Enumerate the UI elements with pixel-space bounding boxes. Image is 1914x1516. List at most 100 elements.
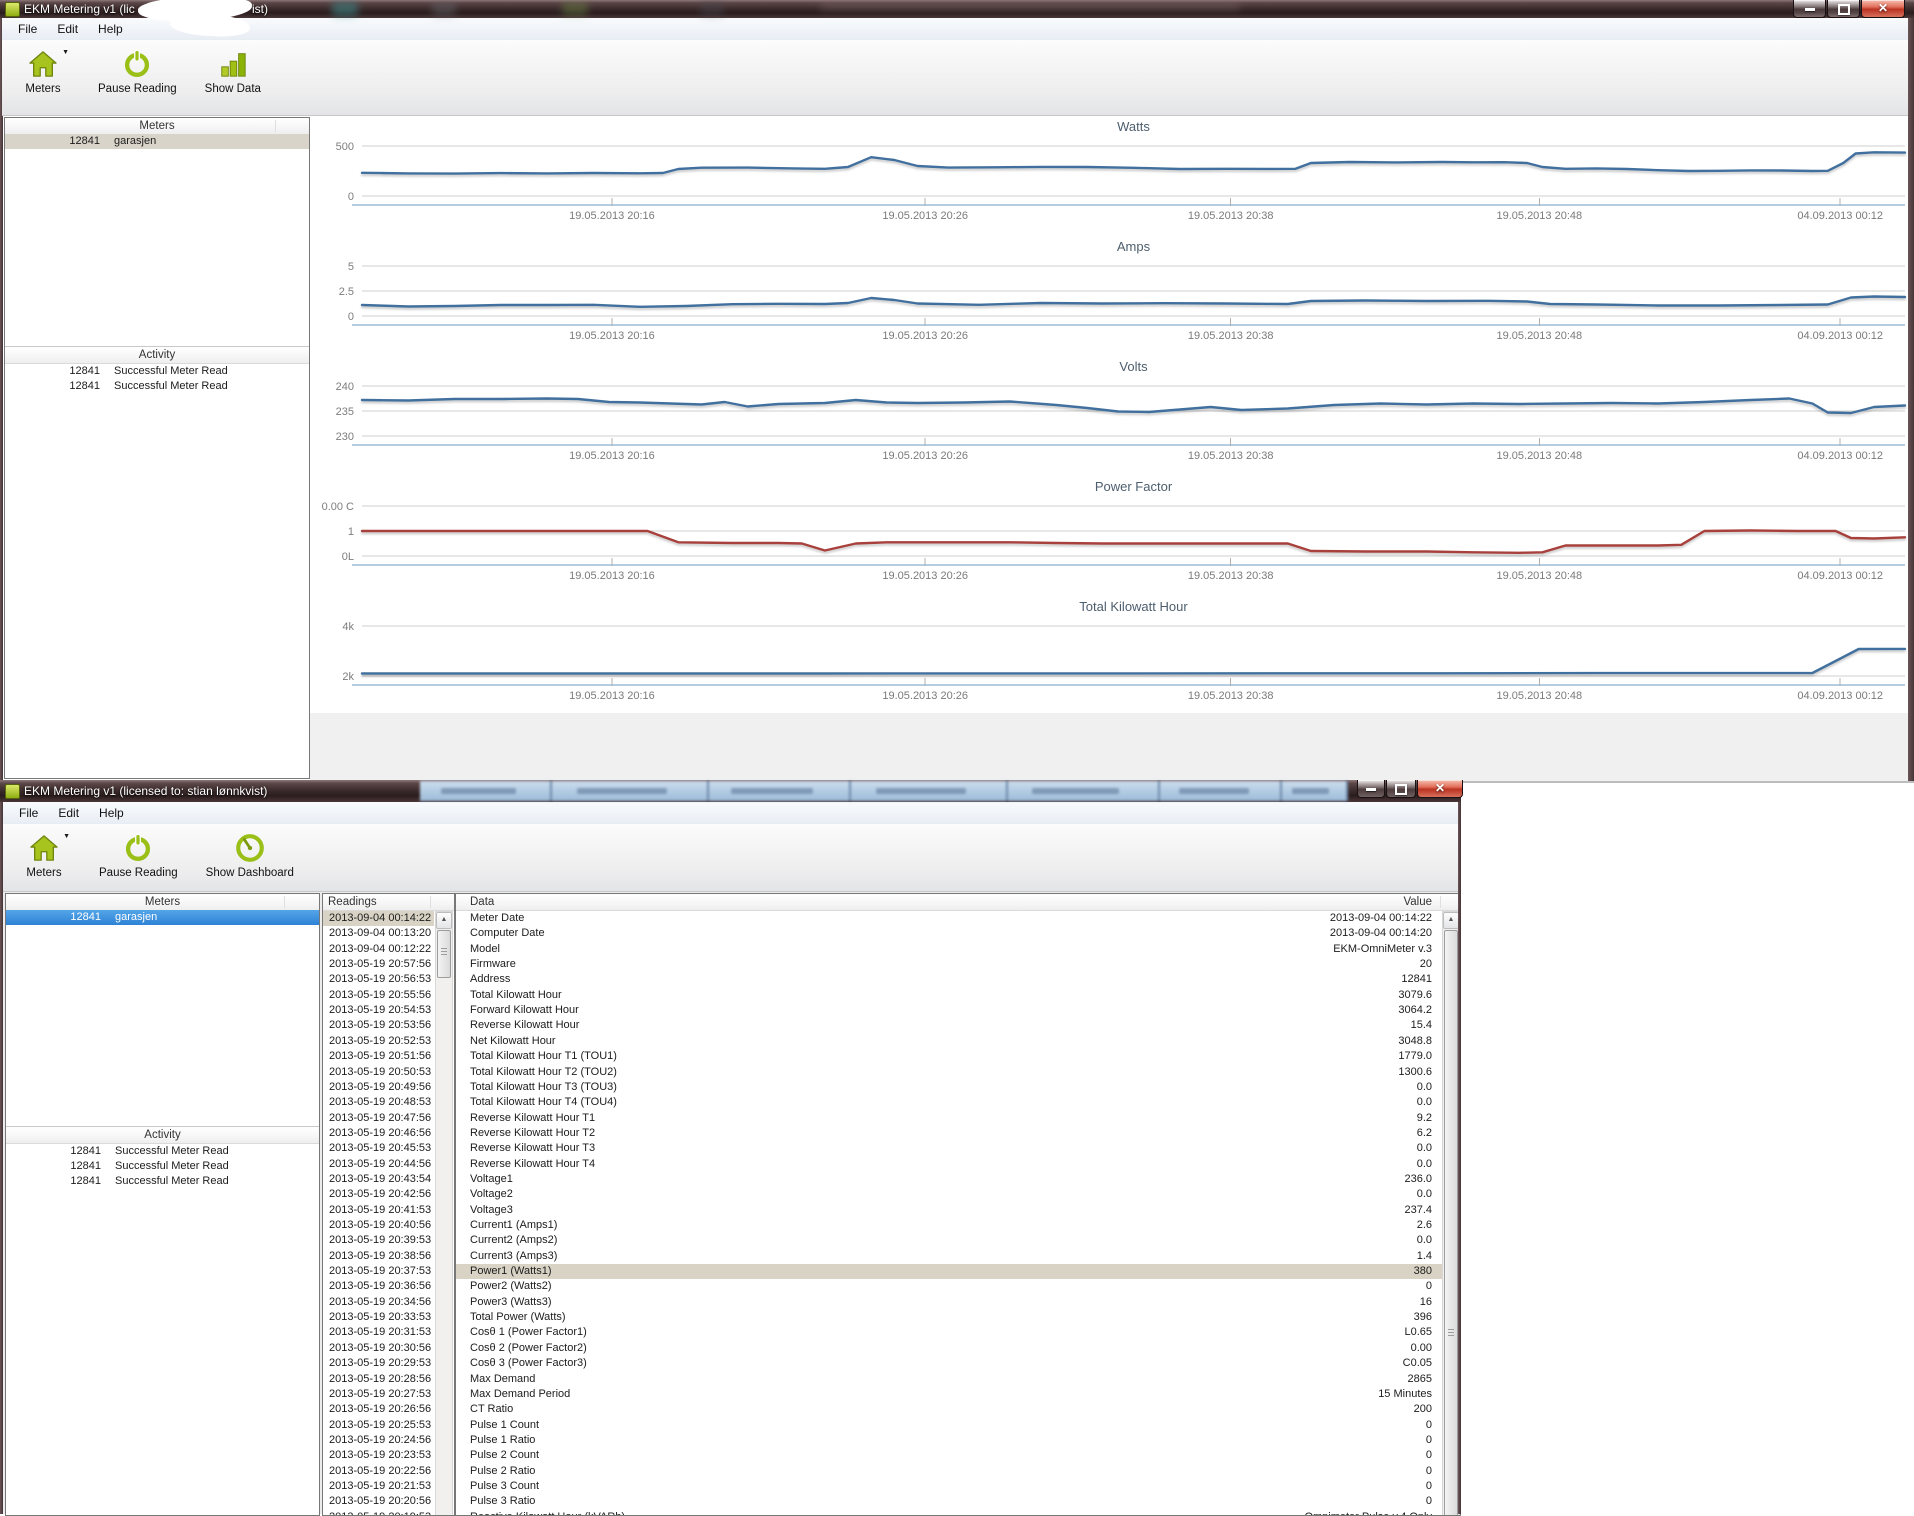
title-bar[interactable]: EKM Metering v1 (licensed to: stian lønn…: [0, 780, 1461, 802]
data-row[interactable]: Address12841: [456, 972, 1442, 987]
data-row[interactable]: Current2 (Amps2)0.0: [456, 1233, 1442, 1248]
reading-row[interactable]: 2013-05-19 20:53:56: [323, 1018, 434, 1033]
data-row[interactable]: Total Kilowatt Hour T2 (TOU2)1300.6: [456, 1065, 1442, 1080]
chevron-down-icon[interactable]: ▼: [62, 49, 69, 56]
data-row[interactable]: Voltage3237.4: [456, 1203, 1442, 1218]
data-row[interactable]: Firmware20: [456, 957, 1442, 972]
data-row[interactable]: Pulse 1 Ratio0: [456, 1433, 1442, 1448]
readings-scrollbar[interactable]: ▲: [435, 911, 453, 1516]
data-row[interactable]: Pulse 3 Ratio0: [456, 1494, 1442, 1509]
data-row[interactable]: Total Kilowatt Hour3079.6: [456, 988, 1442, 1003]
reading-row[interactable]: 2013-05-19 20:46:56: [323, 1126, 434, 1141]
reading-row[interactable]: 2013-05-19 20:56:53: [323, 972, 434, 987]
data-row[interactable]: Current3 (Amps3)1.4: [456, 1249, 1442, 1264]
data-row[interactable]: Current1 (Amps1)2.6: [456, 1218, 1442, 1233]
toolbar-meters-button[interactable]: ▼Meters: [17, 824, 71, 879]
data-row[interactable]: Net Kilowatt Hour3048.8: [456, 1034, 1442, 1049]
data-row[interactable]: CT Ratio200: [456, 1402, 1442, 1417]
chevron-down-icon[interactable]: ▼: [63, 833, 70, 840]
data-row[interactable]: ModelEKM-OmniMeter v.3: [456, 942, 1442, 957]
data-row[interactable]: Voltage20.0: [456, 1187, 1442, 1202]
reading-row[interactable]: 2013-05-19 20:40:56: [323, 1218, 434, 1233]
reading-row[interactable]: 2013-05-19 20:29:53: [323, 1356, 434, 1371]
data-row[interactable]: Reverse Kilowatt Hour T40.0: [456, 1157, 1442, 1172]
scrollbar-thumb[interactable]: [437, 930, 451, 978]
data-row[interactable]: Reverse Kilowatt Hour15.4: [456, 1018, 1442, 1033]
reading-row[interactable]: 2013-05-19 20:44:56: [323, 1157, 434, 1172]
data-row[interactable]: Cosθ 3 (Power Factor3)C0.05: [456, 1356, 1442, 1371]
reading-row[interactable]: 2013-05-19 20:47:56: [323, 1111, 434, 1126]
reading-row[interactable]: 2013-05-19 20:23:53: [323, 1448, 434, 1463]
meter-row[interactable]: 12841garasjen: [6, 910, 319, 925]
reading-row[interactable]: 2013-05-19 20:36:56: [323, 1279, 434, 1294]
data-row[interactable]: Cosθ 2 (Power Factor2)0.00: [456, 1341, 1442, 1356]
data-row[interactable]: Forward Kilowatt Hour3064.2: [456, 1003, 1442, 1018]
reading-row[interactable]: 2013-05-19 20:55:56: [323, 988, 434, 1003]
data-row[interactable]: Total Kilowatt Hour T4 (TOU4)0.0: [456, 1095, 1442, 1110]
data-row[interactable]: Max Demand2865: [456, 1372, 1442, 1387]
minimize-button[interactable]: [1357, 780, 1385, 798]
toolbar-meters-button[interactable]: ▼Meters: [16, 40, 70, 95]
reading-row[interactable]: 2013-05-19 20:33:53: [323, 1310, 434, 1325]
reading-row[interactable]: 2013-05-19 20:30:56: [323, 1341, 434, 1356]
reading-row[interactable]: 2013-05-19 20:50:53: [323, 1065, 434, 1080]
data-row[interactable]: Pulse 3 Count0: [456, 1479, 1442, 1494]
data-row[interactable]: Reverse Kilowatt Hour T19.2: [456, 1111, 1442, 1126]
reading-row[interactable]: 2013-05-19 20:27:53: [323, 1387, 434, 1402]
reading-row[interactable]: 2013-05-19 20:28:56: [323, 1372, 434, 1387]
meter-row[interactable]: 12841garasjen: [5, 134, 309, 149]
reading-row[interactable]: 2013-05-19 20:38:56: [323, 1249, 434, 1264]
reading-row[interactable]: 2013-05-19 20:45:53: [323, 1141, 434, 1156]
reading-row[interactable]: 2013-05-19 20:34:56: [323, 1295, 434, 1310]
toolbar-pause-reading-button[interactable]: Pause Reading: [98, 40, 177, 95]
reading-row[interactable]: 2013-05-19 20:31:53: [323, 1325, 434, 1340]
close-button[interactable]: ✕: [1417, 780, 1463, 798]
reading-row[interactable]: 2013-05-19 20:49:56: [323, 1080, 434, 1095]
reading-row[interactable]: 2013-05-19 20:54:53: [323, 1003, 434, 1018]
maximize-button[interactable]: [1827, 0, 1860, 18]
reading-row[interactable]: 2013-05-19 20:48:53: [323, 1095, 434, 1110]
data-row[interactable]: Power3 (Watts3)16: [456, 1295, 1442, 1310]
reading-row[interactable]: 2013-05-19 20:25:53: [323, 1418, 434, 1433]
data-row[interactable]: Meter Date2013-09-04 00:14:22: [456, 911, 1442, 926]
data-row[interactable]: Pulse 1 Count0: [456, 1418, 1442, 1433]
reading-row[interactable]: 2013-05-19 20:21:53: [323, 1479, 434, 1494]
menu-edit[interactable]: Edit: [48, 804, 89, 822]
reading-row[interactable]: 2013-05-19 20:42:56: [323, 1187, 434, 1202]
scrollbar-thumb[interactable]: [1444, 930, 1458, 1516]
activity-row[interactable]: 12841Successful Meter Read: [5, 364, 309, 379]
data-row[interactable]: Computer Date2013-09-04 00:14:20: [456, 926, 1442, 941]
toolbar-pause-reading-button[interactable]: Pause Reading: [99, 824, 178, 879]
data-row[interactable]: Total Kilowatt Hour T3 (TOU3)0.0: [456, 1080, 1442, 1095]
reading-row[interactable]: 2013-05-19 20:22:56: [323, 1464, 434, 1479]
reading-row[interactable]: 2013-09-04 00:14:22: [323, 911, 434, 926]
reading-row[interactable]: 2013-09-04 00:12:22: [323, 942, 434, 957]
data-row[interactable]: Max Demand Period15 Minutes: [456, 1387, 1442, 1402]
scroll-up-button[interactable]: ▲: [1443, 912, 1459, 929]
reading-row[interactable]: 2013-05-19 20:52:53: [323, 1034, 434, 1049]
data-row[interactable]: Reactive Kilowatt Hour (kVARh)Omnimeter …: [456, 1510, 1442, 1516]
reading-row[interactable]: 2013-05-19 20:20:56: [323, 1494, 434, 1509]
menu-help[interactable]: Help: [88, 20, 133, 38]
menu-edit[interactable]: Edit: [47, 20, 88, 38]
menu-file[interactable]: File: [8, 20, 47, 38]
reading-row[interactable]: 2013-05-19 20:51:56: [323, 1049, 434, 1064]
activity-row[interactable]: 12841Successful Meter Read: [6, 1144, 319, 1159]
menu-help[interactable]: Help: [89, 804, 134, 822]
data-row[interactable]: Reverse Kilowatt Hour T30.0: [456, 1141, 1442, 1156]
data-row[interactable]: Cosθ 1 (Power Factor1)L0.65: [456, 1325, 1442, 1340]
reading-row[interactable]: 2013-05-19 20:41:53: [323, 1203, 434, 1218]
reading-row[interactable]: 2013-05-19 20:57:56: [323, 957, 434, 972]
reading-row[interactable]: 2013-05-19 20:39:53: [323, 1233, 434, 1248]
activity-row[interactable]: 12841Successful Meter Read: [5, 379, 309, 394]
toolbar-show-dashboard-button[interactable]: Show Dashboard: [206, 824, 294, 879]
reading-row[interactable]: 2013-05-19 20:43:54: [323, 1172, 434, 1187]
reading-row[interactable]: 2013-05-19 20:24:56: [323, 1433, 434, 1448]
data-row[interactable]: Power1 (Watts1)380: [456, 1264, 1442, 1279]
reading-row[interactable]: 2013-05-19 20:26:56: [323, 1402, 434, 1417]
activity-row[interactable]: 12841Successful Meter Read: [6, 1174, 319, 1189]
title-bar[interactable]: EKM Metering v1 (lic ist) ✕: [0, 0, 1914, 18]
data-row[interactable]: Voltage1236.0: [456, 1172, 1442, 1187]
reading-row[interactable]: 2013-09-04 00:13:20: [323, 926, 434, 941]
reading-row[interactable]: 2013-05-19 20:19:53: [323, 1510, 434, 1516]
